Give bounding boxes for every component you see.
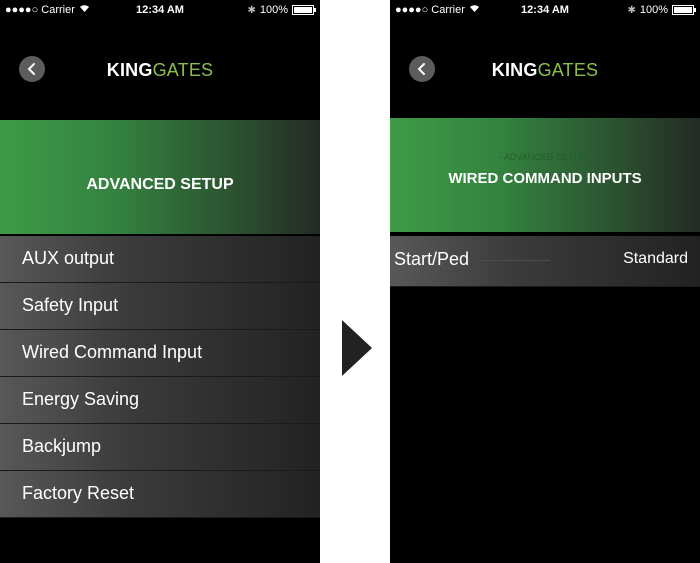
bluetooth-icon: ✱ [627, 4, 636, 16]
menu-item-backjump[interactable]: Backjump [0, 424, 320, 471]
menu-item-label: AUX output [22, 248, 115, 268]
kinggates-logo: KINGGATES [0, 60, 320, 81]
logo-bold: KING [491, 60, 538, 80]
logo-light: GATES [537, 60, 599, 80]
menu-item-energy-saving[interactable]: Energy Saving [0, 377, 320, 424]
status-right: ✱ 100% [627, 4, 696, 16]
page-title: ADVANCED SETUP [86, 176, 234, 193]
section-header: - ADVANCED SETUP - WIRED COMMAND INPUTS [390, 118, 700, 232]
arrow-right-icon [342, 320, 372, 376]
menu-item-factory-reset[interactable]: Factory Reset [0, 471, 320, 518]
menu-item-label: Start/Ped [394, 249, 470, 269]
menu-item-start-ped[interactable]: Start/Ped Standard [390, 236, 700, 287]
page-title: WIRED COMMAND INPUTS [448, 170, 642, 187]
menu-item-wired-command-input[interactable]: Wired Command Input [0, 330, 320, 377]
menu-item-value: Standard [623, 250, 688, 267]
kinggates-logo: KINGGATES [390, 60, 700, 81]
status-bar: ●●●●○ Carrier 12:34 AM ✱ 100% [0, 0, 320, 20]
logo-bold: KING [106, 60, 153, 80]
section-header: ADVANCED SETUP [0, 120, 320, 234]
battery-percent: 100% [639, 4, 668, 16]
divider [480, 260, 550, 261]
logo-light: GATES [152, 60, 214, 80]
menu-item-label: Energy Saving [22, 389, 140, 409]
bluetooth-icon: ✱ [247, 4, 256, 16]
phone-screen-wired-command-inputs: ●●●●○ Carrier 12:34 AM ✱ 100% KINGGATES … [390, 0, 700, 563]
battery-icon [672, 5, 696, 15]
settings-menu: AUX output Safety Input Wired Command In… [0, 236, 320, 518]
battery-percent: 100% [259, 4, 288, 16]
menu-item-label: Safety Input [22, 295, 119, 315]
menu-item-aux-output[interactable]: AUX output [0, 236, 320, 283]
menu-item-label: Backjump [22, 436, 102, 456]
menu-item-label: Wired Command Input [22, 342, 203, 362]
status-bar: ●●●●○ Carrier 12:34 AM ✱ 100% [390, 0, 700, 20]
nav-bar: KINGGATES [0, 40, 320, 100]
menu-item-label: Factory Reset [22, 483, 135, 503]
status-right: ✱ 100% [247, 4, 316, 16]
phone-screen-advanced-setup: ●●●●○ Carrier 12:34 AM ✱ 100% KINGGATES … [0, 0, 320, 563]
nav-bar: KINGGATES [390, 40, 700, 100]
battery-icon [292, 5, 316, 15]
breadcrumb: - ADVANCED SETUP - [498, 152, 592, 162]
menu-item-safety-input[interactable]: Safety Input [0, 283, 320, 330]
settings-menu: Start/Ped Standard [390, 236, 700, 287]
